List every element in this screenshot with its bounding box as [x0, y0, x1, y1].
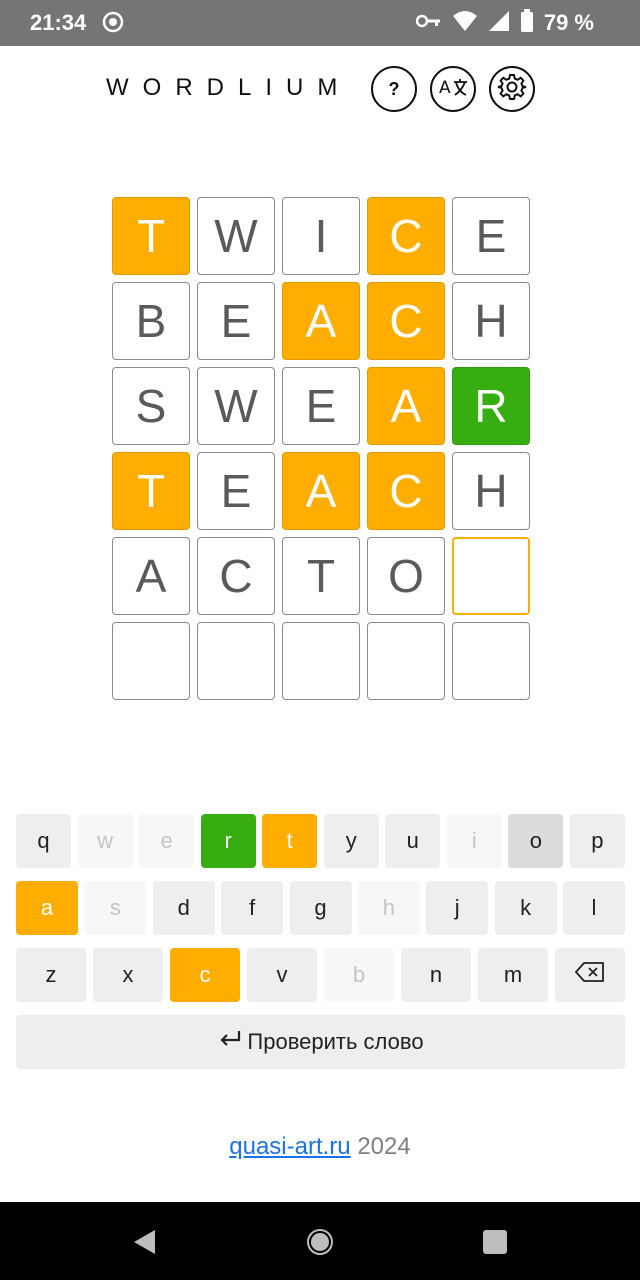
footer-year: 2024: [357, 1133, 411, 1160]
board-tile: H: [452, 282, 530, 360]
board-tile: [282, 622, 360, 700]
key-i[interactable]: i: [446, 814, 502, 868]
battery-percent: 79 %: [543, 10, 594, 35]
language-button[interactable]: A: [430, 66, 476, 112]
status-bar: 21:34 79 %: [0, 0, 640, 46]
board-tile: S: [112, 367, 190, 445]
key-m[interactable]: m: [478, 948, 548, 1002]
key-n[interactable]: n: [401, 948, 471, 1002]
key-l[interactable]: l: [563, 881, 625, 935]
key-q[interactable]: q: [16, 814, 71, 868]
board-tile: E: [197, 452, 275, 530]
board-tile: W: [197, 367, 275, 445]
on-screen-keyboard: qwertyuiop asdfghjkl zxcvbnm Проверить с…: [16, 814, 625, 1069]
key-e[interactable]: e: [139, 814, 195, 868]
backspace-key[interactable]: [555, 948, 625, 1002]
key-f[interactable]: f: [221, 881, 284, 935]
board-tile: R: [452, 367, 530, 445]
status-time: 21:34: [30, 10, 87, 35]
board-tile: W: [197, 197, 275, 275]
home-circle-icon[interactable]: [306, 1228, 334, 1256]
board-tile: [367, 622, 445, 700]
key-p[interactable]: p: [569, 814, 625, 868]
key-t[interactable]: t: [262, 814, 318, 868]
recents-square-icon[interactable]: [481, 1228, 509, 1256]
key-icon: [415, 13, 442, 34]
translate-icon: A: [437, 73, 469, 106]
board-tile: T: [282, 537, 360, 615]
key-z[interactable]: z: [16, 948, 86, 1002]
key-y[interactable]: y: [323, 814, 379, 868]
board-tile: A: [282, 452, 360, 530]
keyboard-row-2: asdfghjkl: [16, 881, 625, 935]
gear-icon: [497, 72, 527, 107]
footer: quasi-art.ru 2024: [0, 1133, 640, 1161]
board-tile: C: [367, 282, 445, 360]
key-r[interactable]: r: [200, 814, 256, 868]
page-title: WORDLIUM: [106, 74, 352, 101]
board-tile: [452, 622, 530, 700]
enter-arrow-icon: [217, 1028, 243, 1056]
backspace-icon: [574, 962, 605, 988]
submit-word-button[interactable]: Проверить слово: [16, 1015, 625, 1069]
key-x[interactable]: x: [93, 948, 163, 1002]
key-u[interactable]: u: [385, 814, 441, 868]
board-tile: C: [367, 197, 445, 275]
submit-word-label: Проверить слово: [247, 1029, 424, 1054]
key-k[interactable]: k: [494, 881, 557, 935]
game-board: TWICEBEACHSWEARTEACHACTO: [112, 197, 530, 700]
board-tile: A: [367, 367, 445, 445]
keyboard-row-3: zxcvbnm: [16, 948, 625, 1002]
board-tile: I: [282, 197, 360, 275]
board-tile: C: [367, 452, 445, 530]
board-tile: [452, 537, 530, 615]
navigation-bar: [0, 1202, 640, 1280]
board-tile: E: [197, 282, 275, 360]
key-a[interactable]: a: [16, 881, 78, 935]
site-link[interactable]: quasi-art.ru: [229, 1133, 350, 1160]
key-s[interactable]: s: [84, 881, 147, 935]
keyboard-row-1: qwertyuiop: [16, 814, 625, 868]
key-h[interactable]: h: [357, 881, 420, 935]
key-d[interactable]: d: [152, 881, 215, 935]
board-tile: T: [112, 197, 190, 275]
back-triangle-icon[interactable]: [131, 1228, 159, 1256]
wifi-icon: [452, 10, 478, 37]
board-tile: E: [282, 367, 360, 445]
app-notification-icon: [102, 11, 124, 33]
key-w[interactable]: w: [77, 814, 133, 868]
board-tile: B: [112, 282, 190, 360]
key-g[interactable]: g: [289, 881, 352, 935]
board-tile: A: [112, 537, 190, 615]
key-o[interactable]: o: [508, 814, 564, 868]
signal-icon: [488, 10, 510, 37]
key-v[interactable]: v: [247, 948, 317, 1002]
status-icons: 79 %: [415, 8, 594, 38]
help-button[interactable]: ?: [371, 66, 417, 112]
board-tile: A: [282, 282, 360, 360]
settings-button[interactable]: [489, 66, 535, 112]
board-tile: [112, 622, 190, 700]
battery-icon: [520, 8, 534, 38]
board-tile: H: [452, 452, 530, 530]
board-tile: E: [452, 197, 530, 275]
svg-text:A: A: [439, 78, 451, 98]
board-tile: T: [112, 452, 190, 530]
key-c[interactable]: c: [170, 948, 240, 1002]
key-b[interactable]: b: [324, 948, 394, 1002]
board-tile: O: [367, 537, 445, 615]
board-tile: [197, 622, 275, 700]
key-j[interactable]: j: [426, 881, 489, 935]
help-icon: ?: [388, 78, 400, 99]
board-tile: C: [197, 537, 275, 615]
